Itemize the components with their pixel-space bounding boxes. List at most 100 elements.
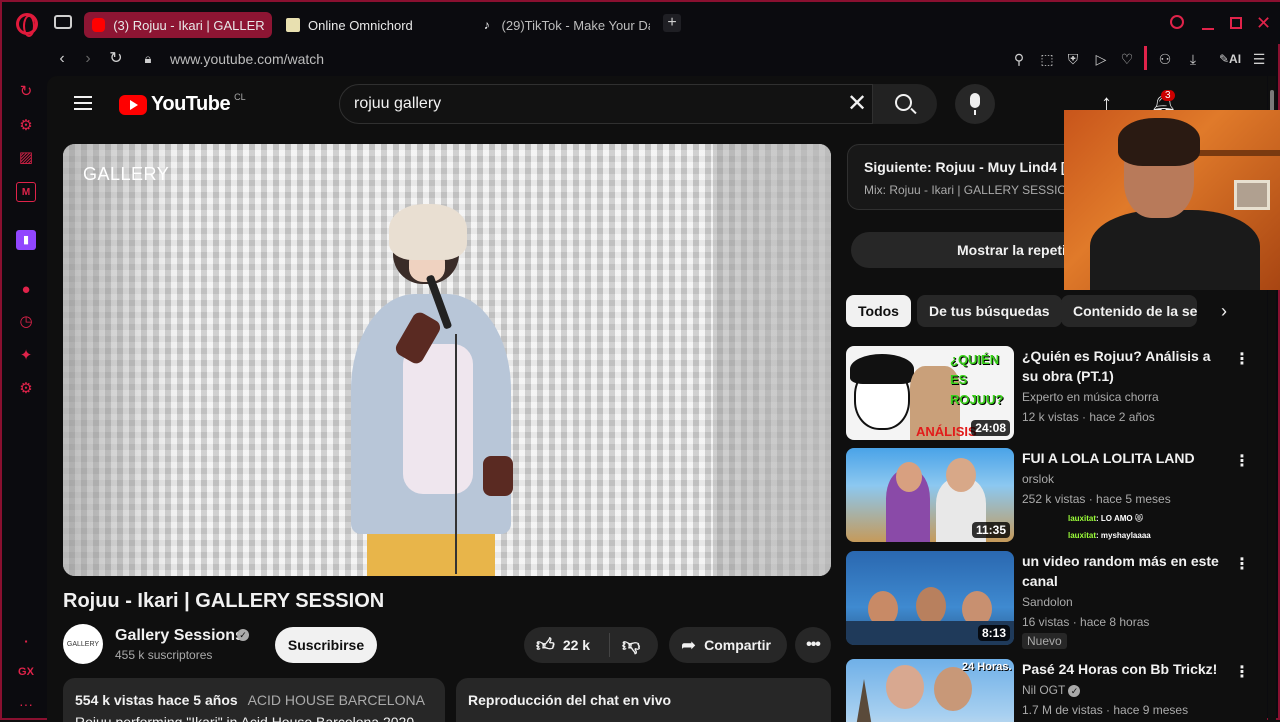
up-next-title: Siguiente: Rojuu - Muy Lind4 [Pro	[864, 159, 1089, 175]
channel-name[interactable]: Gallery Sessions	[115, 627, 244, 645]
person-b	[916, 587, 946, 625]
dislike-button[interactable]: 👎︎	[610, 634, 640, 656]
description-stats: 554 k vistas hace 5 años ACID HOUSE BARC…	[75, 692, 425, 708]
video-player[interactable]: GALLERY	[63, 144, 831, 576]
recommendation-item[interactable]: ¿QUIÉN ES ROJUU? ANÁLISIS 24:08 ¿Quién e…	[846, 346, 1266, 442]
video-meta: 12 k vistas · hace 2 años	[1022, 410, 1155, 424]
menu-icon[interactable]	[74, 92, 92, 114]
streamer-hair	[1118, 118, 1200, 166]
opera-logo-icon[interactable]	[16, 13, 38, 37]
close-window-icon[interactable]: ✕	[1256, 13, 1271, 34]
kebab-menu-icon[interactable]: ⋮	[1234, 452, 1250, 472]
sidebar-more-icon[interactable]: ···	[16, 694, 36, 714]
snapshot-icon[interactable]: ⬚	[1038, 50, 1056, 68]
live-chat-label: Reproducción del chat en vivo	[468, 692, 672, 708]
url-field[interactable]: www.youtube.com/watch	[170, 51, 324, 67]
search-button[interactable]	[873, 84, 937, 124]
settings-icon[interactable]: ⚙	[16, 379, 36, 399]
performer-shirt	[403, 344, 473, 494]
streamer-shirt	[1090, 210, 1260, 290]
tab-omnichord[interactable]: Online Omnichord	[278, 12, 464, 38]
reload-icon[interactable]: ↻	[106, 49, 126, 69]
spotify-icon[interactable]: ●	[16, 280, 36, 300]
wall-shadow-left	[63, 144, 183, 576]
youtube-logo[interactable]: YouTube CL	[119, 92, 246, 116]
tab-overview-icon[interactable]	[54, 15, 72, 29]
player-icon[interactable]: ▷	[1092, 50, 1110, 68]
view-stats: 554 k vistas hace 5 años	[75, 692, 238, 708]
back-icon[interactable]: ‹	[52, 49, 72, 69]
gx-label[interactable]: GX	[16, 662, 36, 682]
search-input[interactable]	[354, 95, 814, 113]
more-actions-button[interactable]: •••	[795, 627, 831, 663]
clear-search-icon[interactable]: ✕	[845, 92, 869, 116]
share-icon: ➦	[681, 634, 697, 655]
gmail-icon[interactable]: M	[16, 182, 36, 202]
gx-corner-icon[interactable]: ▨	[16, 148, 36, 168]
video-title: Rojuu - Ikari | GALLERY SESSION	[63, 590, 385, 612]
chip-from-searches[interactable]: De tus búsquedas	[917, 295, 1062, 327]
twitch-icon[interactable]: ▮	[16, 230, 36, 250]
subscriber-count: 455 k suscriptores	[115, 648, 213, 662]
video-title: ¿Quién es Rojuu? Análisis a su obra (PT.…	[1022, 348, 1211, 384]
channel-name[interactable]: orslok	[1022, 472, 1054, 486]
tiktok-icon: ♪	[483, 18, 490, 32]
gx-control-icon[interactable]: ⚙	[16, 116, 36, 136]
extensions-icon[interactable]: ✦	[16, 346, 36, 366]
channel-name[interactable]: Nil OGT ✓	[1022, 683, 1081, 697]
description-box[interactable]: 554 k vistas hace 5 años ACID HOUSE BARC…	[63, 678, 445, 722]
logo-text: YouTube	[151, 93, 231, 115]
chat-username: lauxitat	[1068, 514, 1097, 523]
account-icon[interactable]: ⚇	[1156, 50, 1174, 68]
history-icon[interactable]: ◷	[16, 312, 36, 332]
description-text: Rojuu performing "Ikari" in Acid House B…	[75, 714, 415, 722]
description-tag[interactable]: ACID HOUSE BARCELONA	[248, 692, 425, 708]
search-tabs-icon[interactable]	[1170, 15, 1184, 29]
channel-avatar[interactable]: GALLERY	[63, 624, 103, 664]
share-button[interactable]: ➦ Compartir	[669, 627, 787, 663]
video-thumbnail: 11:35	[846, 448, 1014, 542]
like-button[interactable]: 👍︎ 22 k	[524, 633, 610, 657]
speed-dial-icon[interactable]: ↻	[16, 82, 36, 102]
kebab-menu-icon[interactable]: ⋮	[1234, 350, 1250, 370]
voice-search-button[interactable]	[955, 84, 995, 124]
up-next-subtitle: Mix: Rojuu - Ikari | GALLERY SESSION	[864, 183, 1076, 197]
search-icon-handle	[910, 107, 917, 115]
tab-label: (3) Rojuu - Ikari | GALLERY	[113, 17, 264, 33]
recommendation-item[interactable]: 24 Horas. Pasé 24 Horas con Bb Trickz! N…	[846, 659, 1266, 722]
youtube-icon	[92, 18, 106, 32]
tab-youtube[interactable]: (3) Rojuu - Ikari | GALLERY	[84, 12, 272, 38]
aria-ai-button[interactable]: ✎AI	[1210, 50, 1250, 68]
video-thumbnail: ¿QUIÉN ES ROJUU? ANÁLISIS 24:08	[846, 346, 1014, 440]
subscribe-button[interactable]: Suscribirse	[275, 627, 377, 663]
microphone-stand	[974, 110, 976, 115]
recommendation-item[interactable]: 8:13 un video random más en este canal S…	[846, 551, 1266, 649]
new-tab-button[interactable]: +	[663, 14, 681, 32]
performer-hat	[389, 204, 467, 260]
pin-icon[interactable]: ⚲	[1010, 50, 1028, 68]
easy-setup-icon[interactable]: ☰	[1250, 50, 1268, 68]
chip-all[interactable]: Todos	[846, 295, 911, 327]
thumbnail-headline: ¿QUIÉN ES ROJUU?	[950, 352, 1004, 407]
chip-content[interactable]: Contenido de la ser	[1061, 295, 1197, 327]
notification-count: 3	[1161, 90, 1175, 101]
download-icon[interactable]: ⤓	[1184, 50, 1202, 68]
webcam-picture-frame	[1234, 180, 1270, 210]
forward-icon[interactable]: ›	[78, 49, 98, 69]
kebab-menu-icon[interactable]: ⋮	[1234, 555, 1250, 575]
channel-name[interactable]: Experto en música chorra	[1022, 390, 1159, 404]
live-chat-replay[interactable]: Reproducción del chat en vivo	[456, 678, 831, 722]
favorite-icon[interactable]: ♡	[1118, 50, 1136, 68]
wall-shadow-right	[713, 144, 831, 576]
webcam-overlay	[1064, 110, 1280, 290]
chevron-right-icon[interactable]: ›	[1213, 300, 1235, 322]
recommendation-item[interactable]: 11:35 FUI A LOLA LOLITA LAND orslok 252 …	[846, 448, 1266, 544]
tab-tiktok[interactable]: ♪ (29)TikTok - Make Your Da	[472, 12, 658, 38]
performer-glove-right	[483, 456, 513, 496]
minimize-icon[interactable]	[1202, 28, 1214, 30]
tab-label: Online Omnichord	[308, 17, 413, 33]
channel-name[interactable]: Sandolon	[1022, 595, 1073, 609]
maximize-icon[interactable]	[1230, 17, 1242, 29]
kebab-menu-icon[interactable]: ⋮	[1234, 663, 1250, 683]
adblock-icon[interactable]: ⛨	[1064, 50, 1082, 68]
